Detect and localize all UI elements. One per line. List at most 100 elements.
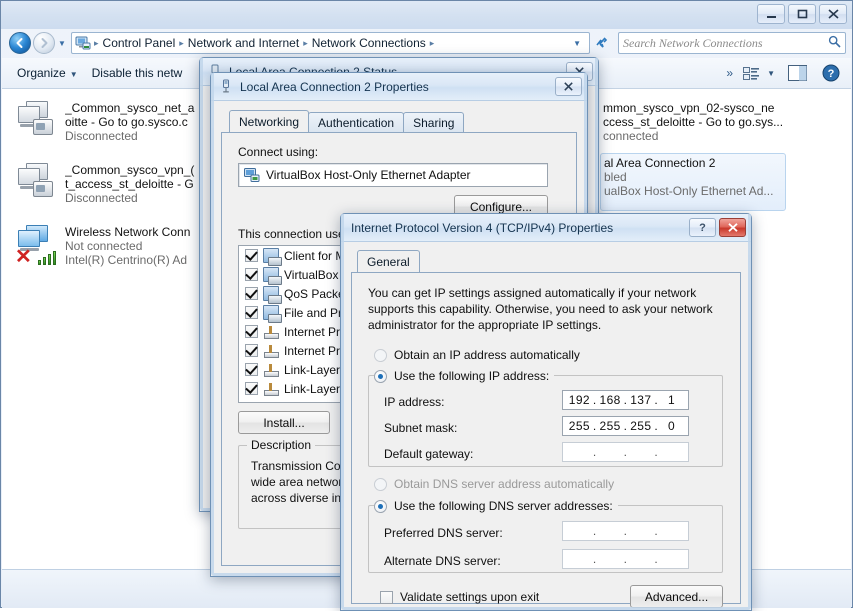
list-item[interactable]: ✕ Wireless Network Conn Not connected In… [12,219,207,281]
vpn-connection-icon [16,161,62,207]
pdns-dot-3: . [654,524,659,538]
protocol-icon [263,305,282,323]
tab-sharing[interactable]: Sharing [403,112,465,132]
adapter-field[interactable]: VirtualBox Host-Only Ethernet Adapter [238,163,548,187]
obtain-dns-automatically-radio-row[interactable]: Obtain DNS server address automatically [374,477,614,491]
connection-name-line2: ccess_st_deloitte - Go to go.sys... [603,115,784,129]
list-item[interactable]: _Common_sysco_net_a oitte - Go to go.sys… [12,95,207,157]
tab-authentication[interactable]: Authentication [308,112,405,132]
tcpip-tabstrip: General [351,250,741,272]
organize-label: Organize [17,66,66,80]
search-icon [828,35,841,51]
disconnected-x-icon: ✕ [15,246,32,268]
forward-button[interactable] [33,32,55,54]
advanced-button[interactable]: Advanced... [630,585,723,608]
recent-pages-dropdown[interactable]: ▼ [55,32,69,54]
search-input[interactable]: Search Network Connections [623,36,828,51]
preview-pane-button[interactable] [785,62,809,84]
connection-status: Disconnected [65,191,138,205]
close-button[interactable] [555,77,582,96]
search-box[interactable]: Search Network Connections [618,32,846,54]
chevron-down-icon: ▼ [69,70,78,79]
adns-dot-2: . [623,552,628,566]
adapter-name: VirtualBox Host-Only Ethernet Adapter [266,168,471,182]
close-button[interactable] [819,4,847,24]
tab-networking[interactable]: Networking [229,110,310,132]
maximize-button[interactable] [788,4,816,24]
overflow-chevrons[interactable]: » [720,66,739,80]
connection-name-line1: al Area Connection 2 [604,156,716,170]
validate-settings-row[interactable]: Validate settings upon exit [380,590,539,604]
install-button[interactable]: Install... [238,411,330,434]
gw-dot-2: . [623,445,628,459]
disable-network-device-button[interactable]: Disable this netw [85,63,190,83]
obtain-dns-automatically-label: Obtain DNS server address automatically [394,477,615,491]
back-arrow-icon [16,38,23,48]
general-tab-page: You can get IP settings assigned automat… [351,272,741,608]
connection-name-line2: oitte - Go to go.sysco.c [65,115,188,129]
use-following-dns-radio[interactable] [374,499,387,513]
protocol-icon [263,362,279,377]
help-icon: ? [822,64,840,82]
default-gateway-field[interactable]: . . . [562,442,689,462]
protocol-checkbox[interactable] [245,325,258,338]
uses-label: This connection uses [238,227,351,241]
default-gateway-label: Default gateway: [384,447,474,461]
change-view-caret-icon[interactable]: ▼ [767,69,775,78]
description-legend: Description [247,438,316,452]
tcpip-tab-container: General You can get IP settings assigned… [351,250,741,608]
protocol-icon [263,381,279,396]
obtain-ip-automatically-radio[interactable] [374,348,387,362]
tcpipv4-properties-dialog[interactable]: Internet Protocol Version 4 (TCP/IPv4) P… [340,213,752,611]
organize-menu[interactable]: Organize ▼ [10,63,85,83]
alternate-dns-field[interactable]: . . . [562,549,689,569]
protocol-checkbox[interactable] [245,344,258,357]
gw-dot-1: . [592,445,597,459]
validate-settings-checkbox[interactable] [380,590,393,604]
breadcrumb-item-control-panel[interactable]: Control Panel [100,35,179,51]
pdns-dot-2: . [623,524,628,538]
refresh-button[interactable] [592,32,614,54]
list-item[interactable]: _Common_sysco_vpn_( t_access_st_deloitte… [12,157,207,219]
obtain-dns-automatically-radio[interactable] [374,477,387,491]
connection-name-line2: t_access_st_deloitte - G [65,177,194,191]
connection-status: bled [604,170,627,184]
close-button[interactable] [719,218,746,237]
connection-status: Not connected [65,239,143,253]
use-following-ip-radio-row[interactable]: Use the following IP address: [374,369,555,383]
breadcrumb-sep-3: ▸ [429,37,435,48]
obtain-ip-automatically-radio-row[interactable]: Obtain an IP address automatically [374,348,580,362]
protocol-checkbox[interactable] [245,382,258,395]
use-following-ip-radio[interactable] [374,369,387,383]
ip-address-label: IP address: [384,395,445,409]
intro-text: You can get IP settings assigned automat… [368,286,713,332]
connection-name-line1: _Common_sysco_vpn_( [65,163,195,177]
back-button[interactable] [9,32,31,54]
lac-properties-titlebar: Local Area Connection 2 Properties [211,73,587,101]
refresh-icon [596,37,608,48]
preferred-dns-field[interactable]: . . . [562,521,689,541]
minimize-button[interactable] [757,4,785,24]
help-button[interactable]: ? [689,218,716,237]
window-titlebar [1,1,852,29]
tab-general[interactable]: General [357,250,420,272]
protocol-checkbox[interactable] [245,268,258,281]
connection-name-line1: mmon_sysco_vpn_02-sysco_ne [603,101,775,115]
protocol-checkbox[interactable] [245,287,258,300]
help-button[interactable]: ? [819,62,843,84]
protocol-checkbox[interactable] [245,306,258,319]
change-view-button[interactable] [739,62,763,84]
ip-address-field[interactable]: 192. 168. 137. 1 [562,390,689,410]
vpn-connection-icon [16,99,62,145]
use-following-dns-radio-row[interactable]: Use the following DNS server addresses: [374,499,618,513]
tcpip-title-buttons: ? [689,218,746,237]
breadcrumb[interactable]: ▸ Control Panel ▸ Network and Internet ▸… [71,32,590,54]
subnet-octet-2: 255 [599,419,621,433]
adns-dot-1: . [592,552,597,566]
protocol-checkbox[interactable] [245,363,258,376]
protocol-checkbox[interactable] [245,249,258,262]
breadcrumb-dropdown-icon[interactable]: ▼ [567,39,587,48]
breadcrumb-item-network-and-internet[interactable]: Network and Internet [185,35,302,51]
breadcrumb-item-network-connections[interactable]: Network Connections [309,35,429,51]
subnet-mask-field[interactable]: 255. 255. 255. 0 [562,416,689,436]
